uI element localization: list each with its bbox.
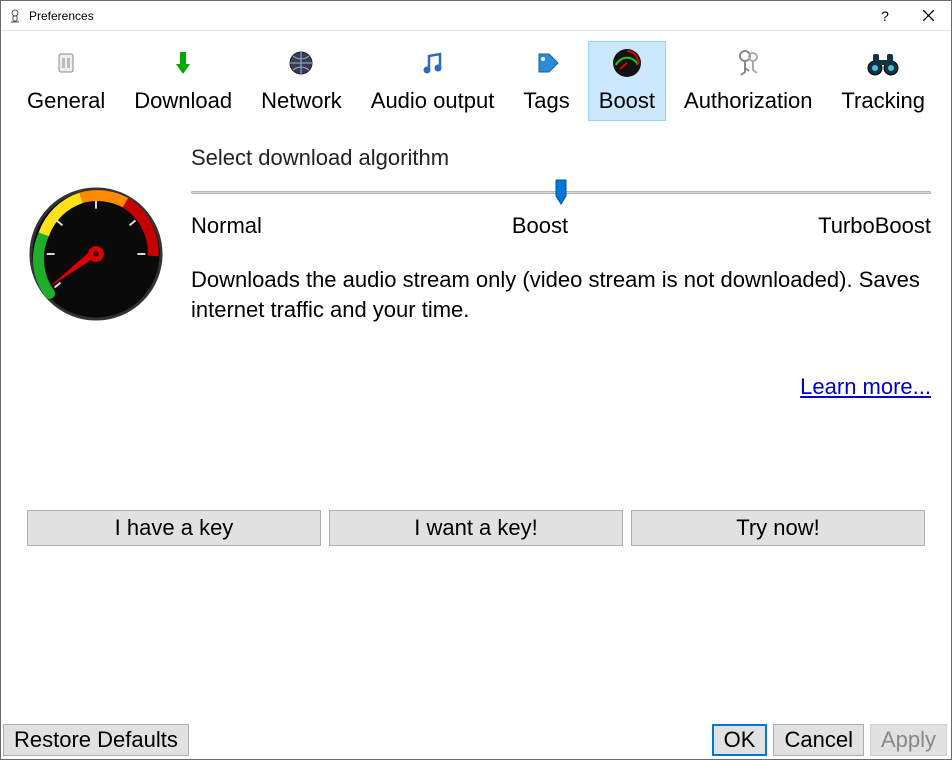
gauge-icon [611, 47, 643, 85]
slider-thumb[interactable] [555, 179, 567, 205]
help-button[interactable]: ? [865, 1, 905, 31]
tab-strip: General Download Network Audio output Ta… [1, 31, 951, 125]
cancel-button[interactable]: Cancel [773, 724, 863, 756]
tab-boost-label: Boost [599, 88, 655, 114]
tab-audio-label: Audio output [371, 88, 495, 114]
download-arrow-icon [168, 48, 198, 84]
tab-tags-label: Tags [523, 88, 569, 114]
restore-defaults-button[interactable]: Restore Defaults [3, 724, 189, 756]
tab-tags[interactable]: Tags [512, 41, 580, 121]
window-title: Preferences [29, 9, 865, 23]
keys-icon [733, 48, 763, 84]
boost-heading: Select download algorithm [191, 145, 931, 171]
titlebar: Preferences ? [1, 1, 951, 31]
algorithm-slider[interactable] [191, 179, 931, 209]
tab-boost[interactable]: Boost [588, 41, 666, 121]
globe-icon [286, 48, 316, 84]
binoculars-icon [866, 48, 900, 84]
slider-label-normal: Normal [191, 213, 262, 239]
apply-button: Apply [870, 724, 947, 756]
boost-gauge-illustration [27, 185, 165, 400]
tag-icon [532, 48, 562, 84]
tab-download-label: Download [134, 88, 232, 114]
ok-button[interactable]: OK [712, 724, 768, 756]
tab-general[interactable]: General [16, 41, 116, 121]
music-note-icon [418, 48, 448, 84]
tab-general-label: General [27, 88, 105, 114]
close-button[interactable] [905, 1, 951, 31]
tab-audio-output[interactable]: Audio output [360, 41, 506, 121]
want-key-button[interactable]: I want a key! [329, 510, 623, 546]
tab-tracking-label: Tracking [841, 88, 925, 114]
settings-icon [51, 48, 81, 84]
learn-more-link[interactable]: Learn more... [800, 374, 931, 400]
preferences-window: Preferences ? General Download Network [0, 0, 952, 760]
slider-label-turbo: TurboBoost [818, 213, 931, 239]
tab-authorization-label: Authorization [684, 88, 812, 114]
tab-tracking[interactable]: Tracking [830, 41, 936, 121]
slider-label-boost: Boost [512, 213, 568, 239]
dialog-footer: Restore Defaults OK Cancel Apply [3, 724, 947, 756]
try-now-button[interactable]: Try now! [631, 510, 925, 546]
tab-authorization[interactable]: Authorization [673, 41, 823, 121]
boost-panel: Select download algorithm Normal Boost T… [1, 125, 951, 759]
key-button-row: I have a key I want a key! Try now! [21, 510, 931, 546]
slider-labels: Normal Boost TurboBoost [191, 213, 931, 239]
tab-download[interactable]: Download [123, 41, 243, 121]
app-icon [7, 8, 23, 24]
have-key-button[interactable]: I have a key [27, 510, 321, 546]
boost-description: Downloads the audio stream only (video s… [191, 265, 931, 324]
tab-network[interactable]: Network [250, 41, 353, 121]
tab-network-label: Network [261, 88, 342, 114]
